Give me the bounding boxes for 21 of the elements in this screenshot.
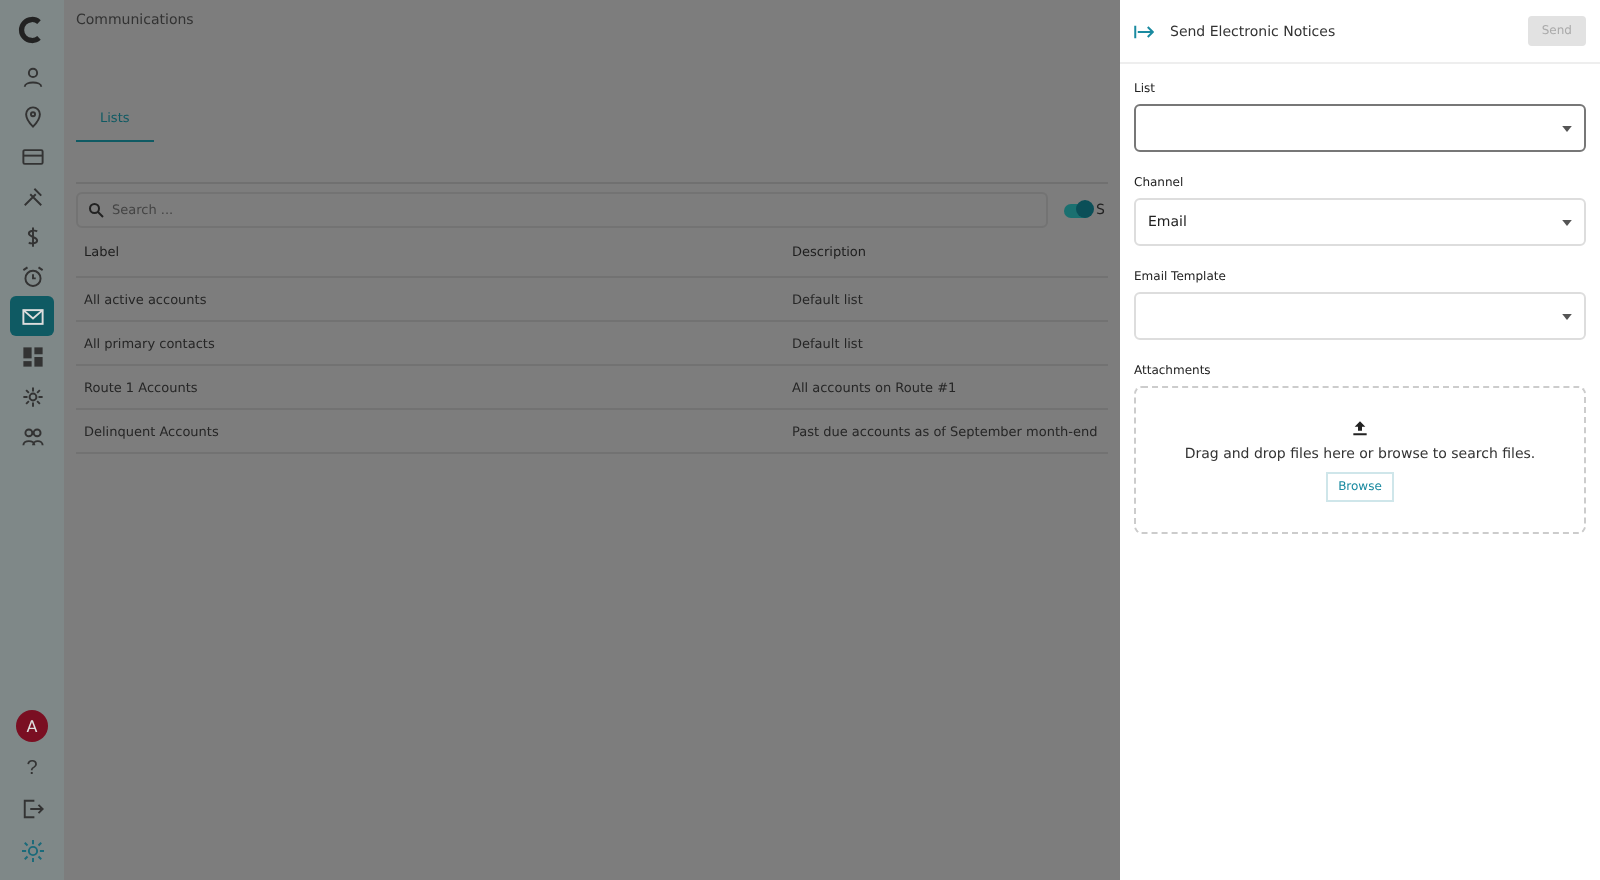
upload-icon — [1352, 419, 1368, 435]
nav-button[interactable] — [10, 296, 54, 336]
pin-icon — [21, 105, 43, 127]
user-avatar[interactable]: A — [16, 710, 48, 742]
caret-icon — [1562, 125, 1572, 131]
people-icon — [21, 425, 43, 447]
logout-icon[interactable] — [21, 798, 43, 820]
alarm-icon — [21, 265, 43, 287]
logo-icon — [18, 16, 46, 44]
person-icon — [21, 65, 43, 87]
mail-icon — [21, 305, 43, 327]
caret-icon — [1562, 313, 1572, 319]
card-icon — [21, 145, 43, 167]
help-button[interactable]: ? — [10, 748, 54, 788]
tools-icon — [21, 185, 43, 207]
dropdown-field[interactable] — [1134, 104, 1586, 152]
dashboard-icon — [21, 345, 43, 367]
arrow-right-icon — [1134, 23, 1154, 39]
search-icon — [88, 202, 104, 218]
caret-icon — [1562, 219, 1572, 225]
toggle-switch[interactable] — [1064, 203, 1092, 217]
